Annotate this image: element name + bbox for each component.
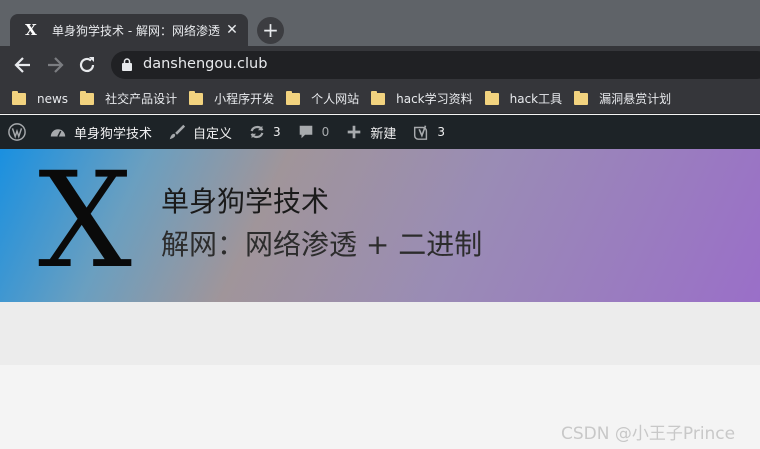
bookmark-label: hack工具 [509, 92, 563, 106]
customize-label: 自定义 [193, 126, 233, 142]
folder-icon [12, 90, 26, 105]
site-description: 解网：网络渗透 + 二进制 [161, 228, 483, 261]
site-name-menu[interactable]: 单身狗学技术 [49, 123, 152, 142]
site-title[interactable]: 单身狗学技术 [161, 180, 329, 220]
folder-icon [484, 90, 499, 105]
updates-count: 3 [273, 125, 281, 139]
new-label: 新建 [370, 126, 397, 142]
brush-icon [169, 124, 186, 140]
browser-tab[interactable]: X 单身狗学技术 - 解网：网络渗透 + 二进制 ✕ [10, 14, 248, 46]
forward-arrow-icon[interactable] [44, 54, 66, 76]
yoast-seo-menu[interactable]: 3 [412, 123, 445, 141]
folder-icon [189, 90, 204, 105]
bookmark-social-design[interactable]: 社交产品设计 [80, 90, 177, 107]
bookmark-label: 个人网站 [311, 92, 360, 106]
comment-icon [299, 125, 312, 139]
bookmark-miniprogram[interactable]: 小程序开发 [189, 90, 274, 107]
bookmark-hack-tools[interactable]: hack工具 [484, 90, 563, 107]
bookmark-label: 漏洞悬赏计划 [599, 92, 672, 106]
folder-icon [371, 90, 386, 105]
bookmark-news[interactable]: news [12, 90, 69, 106]
url-text[interactable]: danshengou.club [143, 56, 267, 72]
reload-icon[interactable] [76, 54, 98, 76]
lock-icon [122, 58, 132, 71]
bookmark-personal-site[interactable]: 个人网站 [286, 90, 359, 107]
tab-title: 单身狗学技术 - 解网：网络渗透 + 二进制 [52, 23, 220, 38]
tab-close-icon[interactable]: ✕ [224, 22, 240, 38]
bookmarks-bar: news 社交产品设计 小程序开发 个人网站 hack学习资料 hack工具 漏… [0, 84, 760, 114]
yoast-icon [414, 125, 428, 140]
folder-icon [574, 90, 589, 105]
comments-link[interactable]: 0 [297, 123, 330, 141]
tab-favicon: X [25, 21, 37, 39]
bookmark-bug-bounty[interactable]: 漏洞悬赏计划 [574, 90, 671, 107]
new-content-menu[interactable]: 新建 [345, 123, 396, 142]
comments-count: 0 [321, 125, 330, 139]
folder-icon [80, 90, 95, 105]
site-name-label: 单身狗学技术 [74, 126, 153, 142]
updates-link[interactable]: 3 [248, 123, 281, 141]
bookmark-label: hack学习资料 [396, 92, 473, 106]
site-logo[interactable]: X [38, 155, 132, 295]
updates-icon [250, 125, 264, 139]
bookmark-label: news [37, 91, 69, 106]
customize-link[interactable]: 自定义 [168, 123, 232, 142]
wordpress-icon [8, 123, 26, 141]
plus-icon [348, 125, 361, 139]
navigation-band [0, 302, 760, 365]
yoast-count: 3 [437, 125, 445, 139]
bookmark-label: 社交产品设计 [105, 92, 178, 106]
bookmark-label: 小程序开发 [214, 92, 275, 106]
folder-icon [286, 90, 301, 105]
wp-logo-menu[interactable] [8, 123, 33, 141]
csdn-watermark: CSDN @小王子Prince [561, 424, 736, 444]
bookmark-hack-materials[interactable]: hack学习资料 [371, 90, 473, 107]
dashboard-icon [50, 129, 66, 137]
back-arrow-icon[interactable] [12, 54, 34, 76]
new-tab-button[interactable]: + [257, 17, 284, 44]
